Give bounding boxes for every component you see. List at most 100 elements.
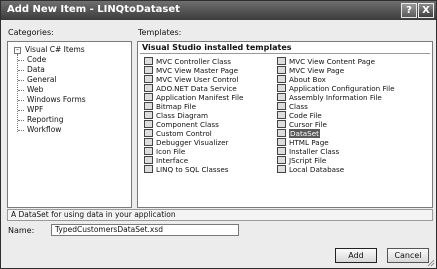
template-item[interactable]: Class [277, 102, 308, 111]
templates-label: Templates: [138, 28, 182, 37]
template-item[interactable]: Custom Control [144, 129, 212, 138]
tree-item-label: Reporting [27, 115, 64, 124]
categories-tree[interactable]: - Visual C# Items Code Data General Web … [7, 41, 132, 208]
template-icon [277, 156, 286, 164]
tree-item-general[interactable]: General [27, 75, 57, 85]
template-label: HTML Page [289, 138, 329, 147]
tree-connector [18, 70, 24, 71]
template-item[interactable]: MVC View Content Page [277, 57, 375, 66]
tree-connector [18, 100, 24, 101]
template-icon [144, 147, 153, 155]
template-item[interactable]: Interface [144, 156, 188, 165]
template-icon [144, 66, 153, 74]
template-item[interactable]: Installer Class [277, 147, 339, 156]
template-icon [144, 93, 153, 101]
title-bar[interactable]: Add New Item - LINQtoDataset ? X [1, 1, 436, 20]
template-icon [144, 57, 153, 65]
add-button[interactable]: Add [335, 248, 377, 263]
template-icon [277, 138, 286, 146]
tree-item-reporting[interactable]: Reporting [27, 115, 63, 125]
dataset-icon [277, 129, 286, 137]
template-label: Application Configuration File [289, 84, 395, 93]
tree-item-data[interactable]: Data [27, 65, 45, 75]
tree-connector [18, 120, 24, 121]
template-icon [277, 102, 286, 110]
template-label: Bitmap File [156, 102, 197, 111]
template-icon [144, 129, 153, 137]
help-icon: ? [406, 5, 412, 16]
template-item[interactable]: About Box [277, 75, 326, 84]
template-item[interactable]: Icon File [144, 147, 185, 156]
template-icon [144, 156, 153, 164]
cancel-button[interactable]: Cancel [387, 248, 429, 263]
template-item[interactable]: Local Database [277, 165, 344, 174]
tree-item-web[interactable]: Web [27, 85, 43, 95]
templates-list[interactable]: Visual Studio installed templates MVC Co… [137, 41, 433, 208]
template-item[interactable]: Component Class [144, 120, 219, 129]
help-button[interactable]: ? [401, 3, 417, 18]
close-button[interactable]: X [418, 3, 434, 18]
template-item[interactable]: LINQ to SQL Classes [144, 165, 229, 174]
template-icon [277, 120, 286, 128]
template-label: Icon File [156, 147, 186, 156]
template-item[interactable]: JScript File [277, 156, 326, 165]
template-label: Code File [289, 111, 322, 120]
template-label: Debugger Visualizer [156, 138, 229, 147]
tree-item-code[interactable]: Code [27, 55, 46, 65]
template-description: A DataSet for using data in your applica… [7, 209, 433, 221]
template-item[interactable]: Assembly Information File [277, 93, 382, 102]
template-icon [144, 84, 153, 92]
template-label: Installer Class [289, 147, 340, 156]
template-label: MVC View User Control [156, 75, 239, 84]
template-icon [277, 84, 286, 92]
tree-item-label: Visual C# Items [25, 45, 85, 54]
tree-item-label: General [27, 75, 57, 84]
template-item[interactable]: Code File [277, 111, 322, 120]
tree-connector [18, 60, 24, 61]
tree-item-visual-csharp-items[interactable]: Visual C# Items [25, 45, 85, 55]
template-item[interactable]: Application Configuration File [277, 84, 395, 93]
templates-section-header: Visual Studio installed templates [142, 43, 292, 52]
template-item[interactable]: HTML Page [277, 138, 329, 147]
template-icon [144, 102, 153, 110]
template-icon [144, 138, 153, 146]
tree-item-label: Workflow [27, 125, 62, 134]
template-icon [144, 111, 153, 119]
close-icon: X [422, 5, 430, 16]
template-label: Interface [156, 156, 189, 165]
tree-connector [18, 90, 24, 91]
template-item[interactable]: Class Diagram [144, 111, 208, 120]
template-label: Local Database [289, 165, 345, 174]
template-label: Class [289, 102, 308, 111]
template-item[interactable]: MVC View Page [277, 66, 344, 75]
template-item[interactable]: MVC Controller Class [144, 57, 231, 66]
template-icon [277, 165, 286, 173]
tree-connector [18, 130, 24, 131]
template-label: Component Class [156, 120, 219, 129]
template-item[interactable]: MVC View User Control [144, 75, 238, 84]
template-item[interactable]: ADO.NET Data Service [144, 84, 237, 93]
tree-item-workflow[interactable]: Workflow [27, 125, 61, 135]
name-input[interactable]: TypedCustomersDataSet.xsd [51, 224, 239, 236]
resize-grip-icon[interactable] [427, 259, 435, 267]
template-label: LINQ to SQL Classes [156, 165, 229, 174]
collapse-icon[interactable]: - [14, 47, 21, 54]
template-item-selected[interactable]: DataSet [277, 129, 320, 138]
template-item[interactable]: Bitmap File [144, 102, 196, 111]
tree-item-windows-forms[interactable]: Windows Forms [27, 95, 86, 105]
template-label: ADO.NET Data Service [156, 84, 237, 93]
template-label: Assembly Information File [289, 93, 382, 102]
template-item[interactable]: Application Manifest File [144, 93, 243, 102]
template-icon [277, 93, 286, 101]
template-icon [144, 120, 153, 128]
template-item[interactable]: Debugger Visualizer [144, 138, 228, 147]
template-label: MVC View Master Page [156, 66, 238, 75]
section-divider [140, 53, 430, 54]
template-icon [277, 75, 286, 83]
template-icon [277, 111, 286, 119]
template-item[interactable]: MVC View Master Page [144, 66, 238, 75]
template-label: JScript File [289, 156, 327, 165]
template-item[interactable]: Cursor File [277, 120, 327, 129]
tree-item-label: WPF [27, 105, 44, 114]
tree-item-wpf[interactable]: WPF [27, 105, 43, 115]
